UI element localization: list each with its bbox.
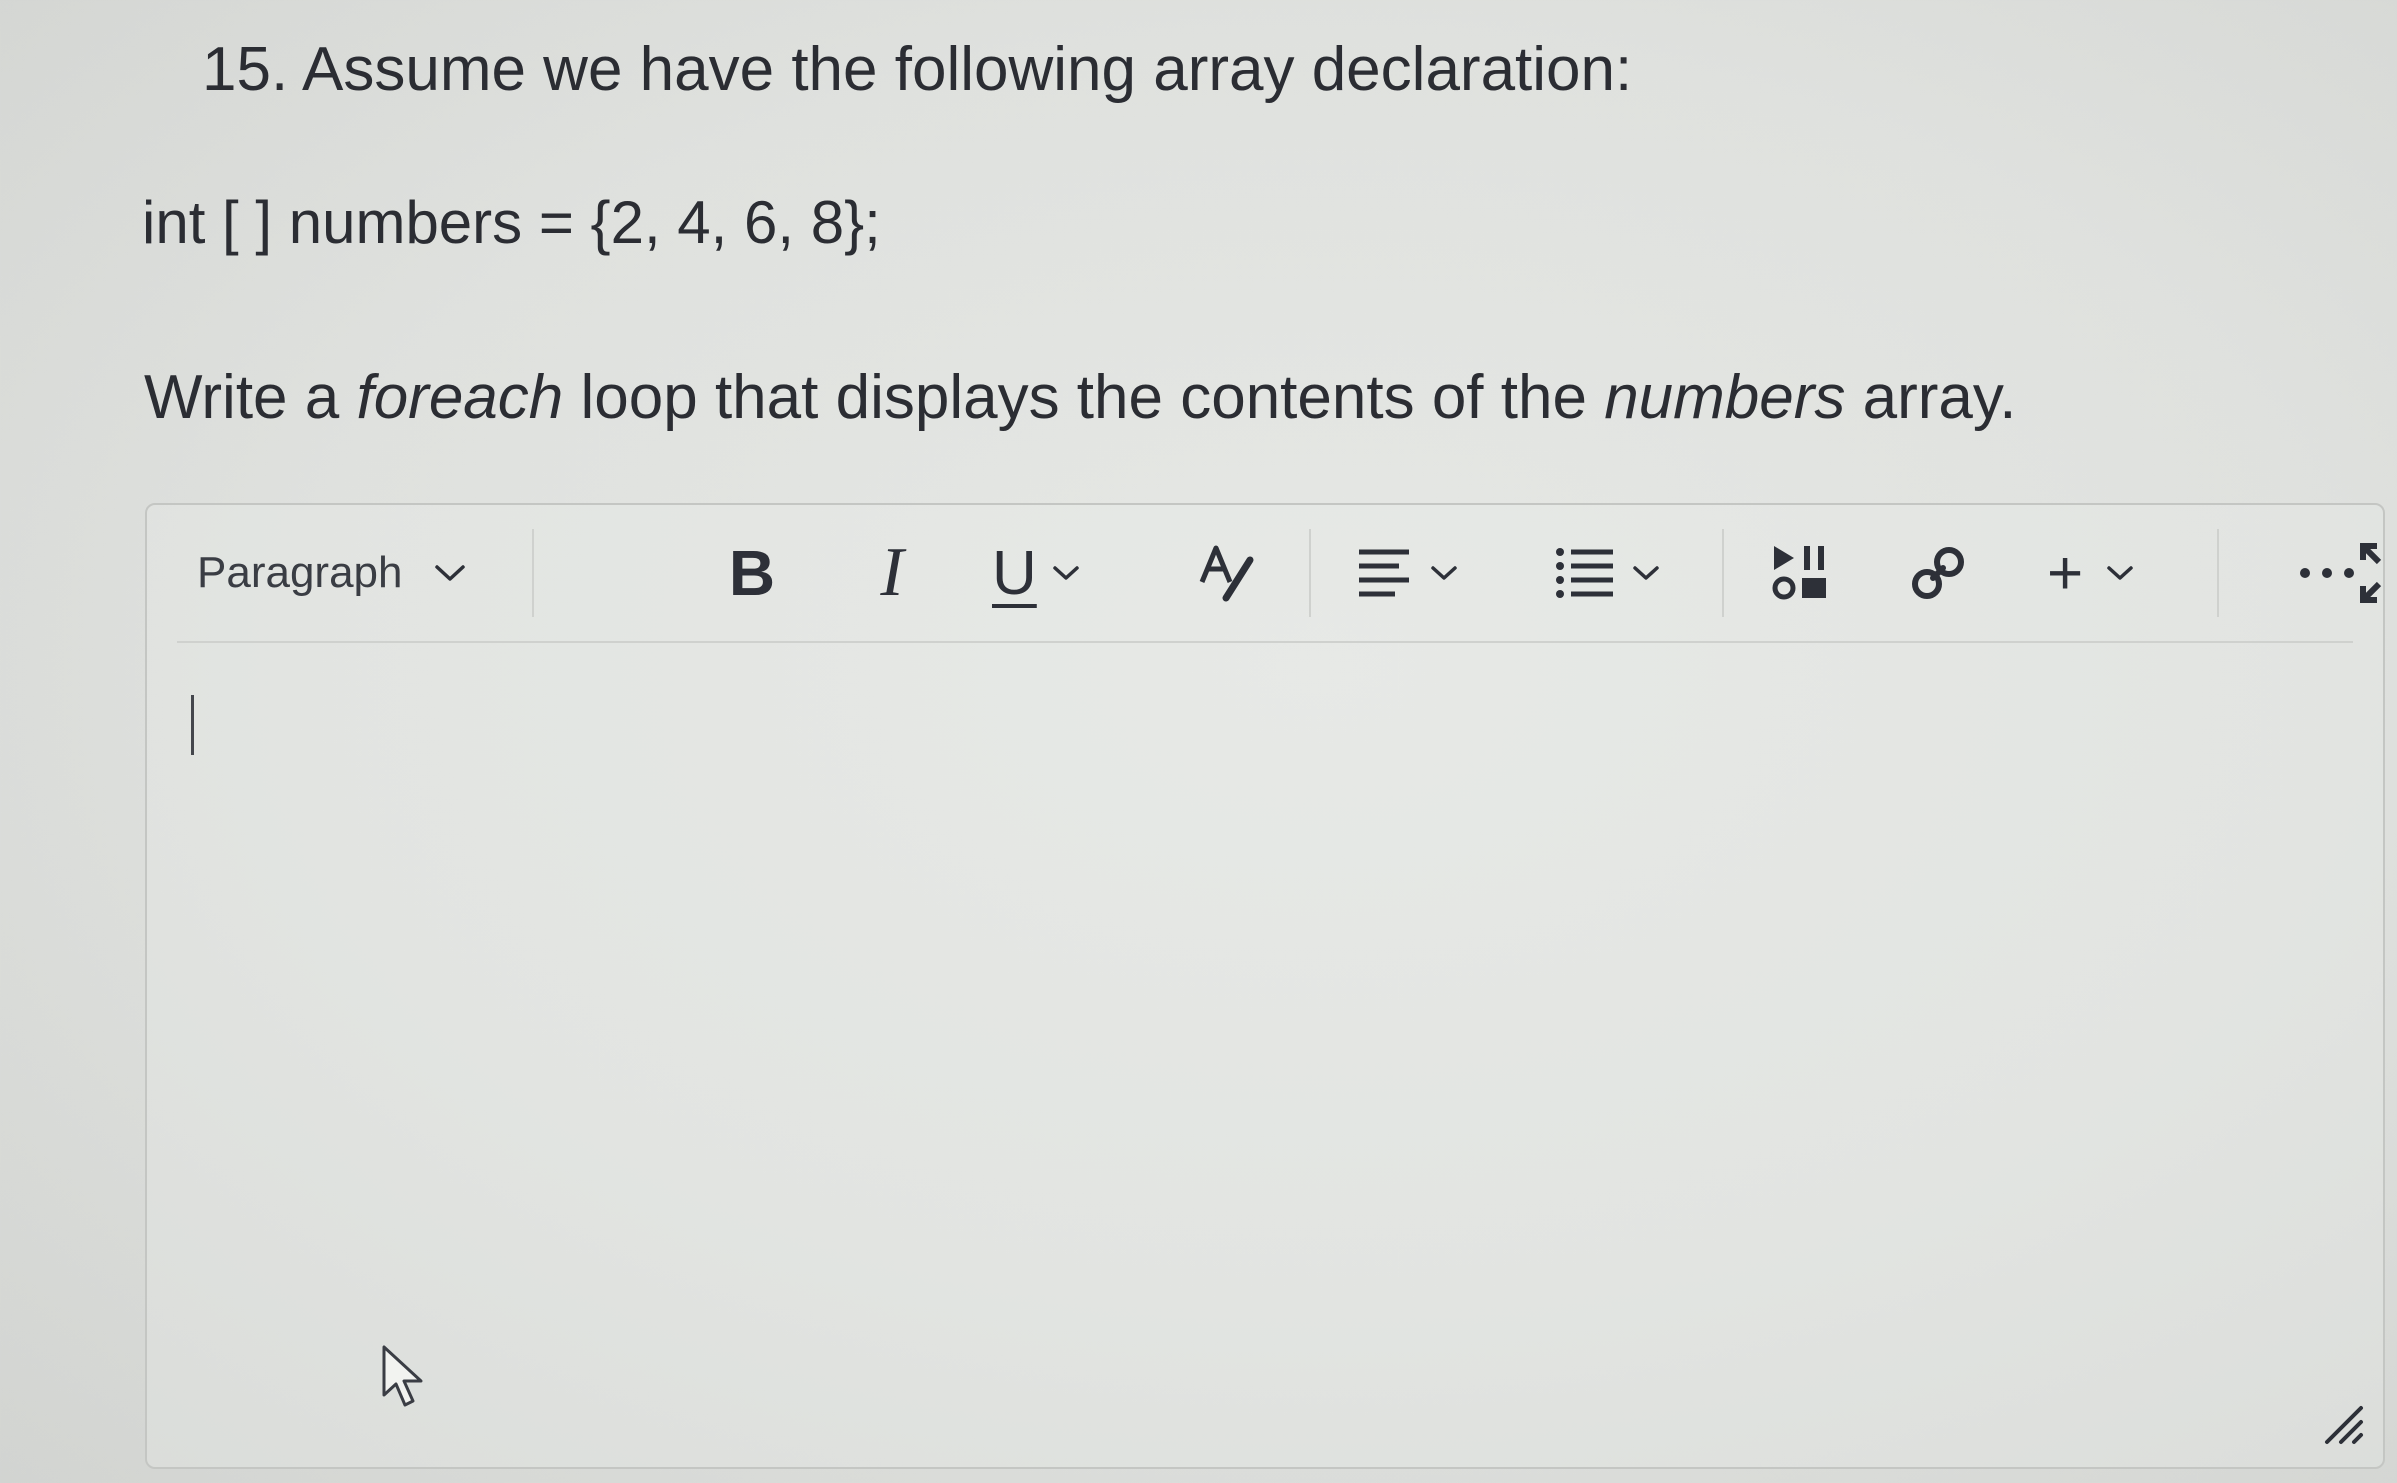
fullscreen-button[interactable] xyxy=(2290,525,2397,621)
toolbar-divider xyxy=(1309,529,1311,617)
underline-button[interactable]: U xyxy=(992,525,1132,621)
block-format-dropdown[interactable]: Paragraph xyxy=(187,525,477,621)
fullscreen-icon xyxy=(2360,543,2382,603)
list-dropdown[interactable] xyxy=(1555,525,1685,621)
bold-icon: B xyxy=(728,537,776,609)
question-prompt: Write a foreach loop that displays the c… xyxy=(144,358,2017,438)
question-title: 15. Assume we have the following array d… xyxy=(202,35,1633,104)
block-format-value: Paragraph xyxy=(197,548,403,597)
chevron-down-icon xyxy=(1633,566,1659,580)
toolbar-divider xyxy=(1722,529,1724,617)
link-icon xyxy=(1912,547,1964,599)
insert-dropdown[interactable]: + xyxy=(2047,525,2187,621)
editor-content-area[interactable] xyxy=(147,645,2383,1467)
plus-icon: + xyxy=(2047,538,2084,608)
prompt-emphasis-foreach: foreach xyxy=(356,363,564,432)
mouse-pointer xyxy=(380,1343,430,1416)
bold-button[interactable]: B xyxy=(707,525,797,621)
prompt-emphasis-numbers: numbers xyxy=(1604,363,1846,432)
prompt-text: loop that displays the contents of the xyxy=(563,363,1605,432)
chevron-down-icon xyxy=(1431,566,1457,580)
chevron-down-icon xyxy=(2107,566,2133,580)
link-button[interactable] xyxy=(1893,525,1983,621)
chevron-down-icon xyxy=(1053,566,1079,580)
editor-toolbar: Paragraph B I U + xyxy=(147,505,2383,641)
resize-handle[interactable] xyxy=(2321,1402,2365,1451)
underline-icon: U xyxy=(992,538,1037,608)
text-color-icon xyxy=(1199,545,1254,602)
text-color-button[interactable] xyxy=(1182,525,1272,621)
align-dropdown[interactable] xyxy=(1355,525,1485,621)
prompt-text: array. xyxy=(1845,363,2017,432)
prompt-text: Write a xyxy=(144,363,357,432)
toolbar-divider xyxy=(2217,529,2219,617)
italic-icon: I xyxy=(880,534,904,611)
italic-button[interactable]: I xyxy=(847,525,937,621)
mouse-pointer-icon xyxy=(382,1345,423,1407)
media-button[interactable] xyxy=(1759,525,1843,621)
toolbar-divider xyxy=(532,529,534,617)
text-caret xyxy=(191,695,194,755)
align-left-icon xyxy=(1359,549,1409,597)
rich-text-editor: Paragraph B I U + xyxy=(145,503,2385,1469)
chevron-down-icon xyxy=(435,565,465,581)
resize-handle-icon xyxy=(2325,1406,2363,1444)
array-declaration: int [ ] numbers = {2, 4, 6, 8}; xyxy=(142,189,881,256)
media-icon xyxy=(1772,546,1826,600)
toolbar-divider xyxy=(177,641,2353,643)
bullet-list-icon xyxy=(1556,548,1613,598)
